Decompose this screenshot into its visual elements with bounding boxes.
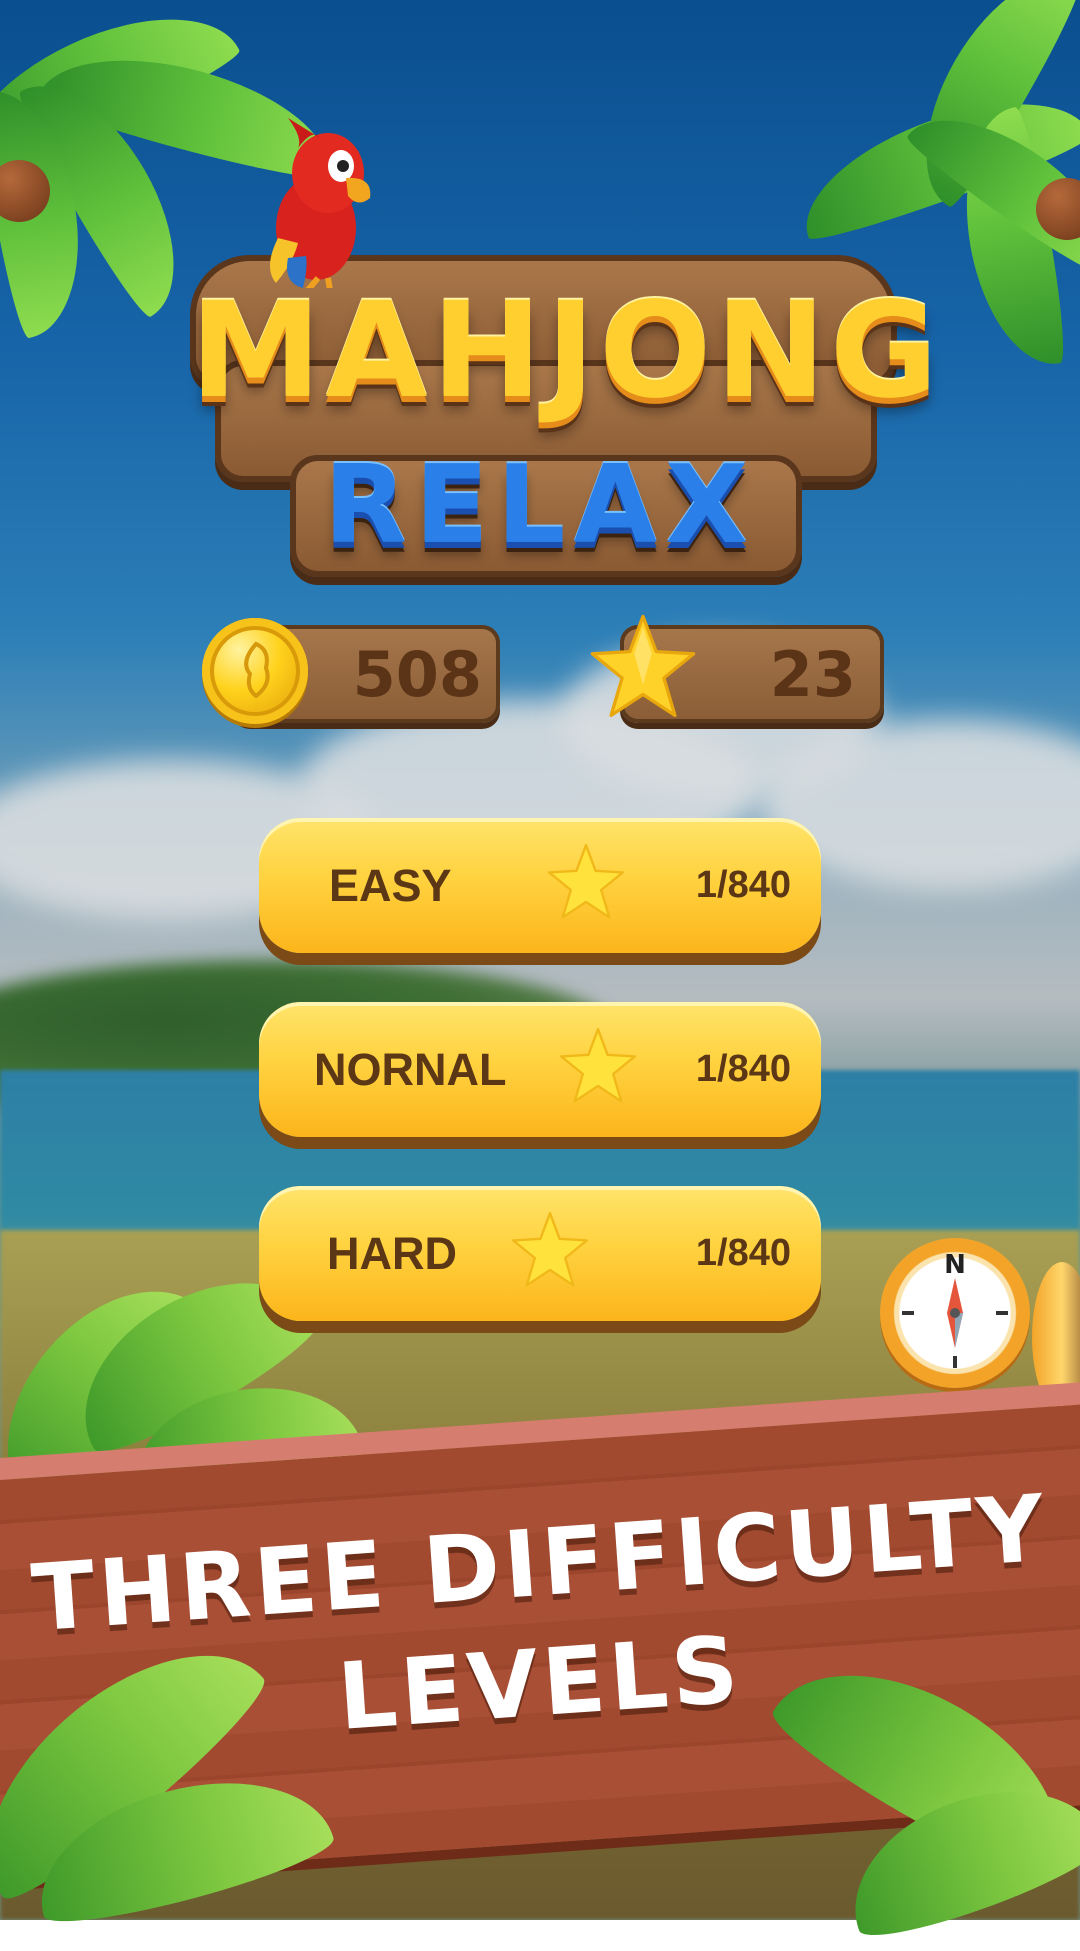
star-icon [512, 1212, 588, 1287]
compass-icon: N [880, 1238, 1030, 1388]
level-button-normal[interactable]: NORNAL 1/840 [259, 1002, 821, 1137]
coin-parrot-emblem [244, 641, 270, 699]
level-progress: 1/840 [695, 1048, 791, 1090]
level-name: NORNAL [314, 1043, 507, 1095]
level-name: EASY [329, 859, 452, 911]
star-icon [590, 614, 696, 718]
level-progress: 1/840 [695, 864, 791, 906]
level-progress: 1/840 [695, 1232, 791, 1274]
star-icon [548, 844, 624, 919]
logo-subtitle: RELAX [323, 443, 757, 568]
star-icon [560, 1028, 636, 1103]
parrot-icon [269, 118, 371, 288]
level-button-hard[interactable]: HARD 1/840 [259, 1186, 821, 1321]
compass-north-label: N [944, 1250, 966, 1280]
level-button-easy[interactable]: EASY 1/840 [259, 818, 821, 953]
level-name: HARD [327, 1227, 457, 1279]
logo-title: MAHJONG [190, 274, 943, 428]
